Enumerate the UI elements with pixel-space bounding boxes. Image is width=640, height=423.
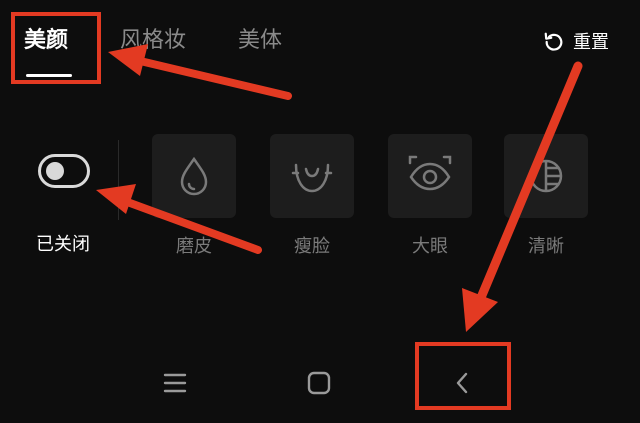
divider <box>118 140 119 220</box>
feature-smooth-skin-label: 磨皮 <box>176 236 212 257</box>
toggle-knob <box>46 162 64 180</box>
tab-body[interactable]: 美体 <box>238 26 282 56</box>
reset-label: 重置 <box>573 32 609 53</box>
feature-big-eyes[interactable] <box>388 134 472 218</box>
annotation-box-tab <box>11 12 101 84</box>
tab-style-makeup[interactable]: 风格妆 <box>120 26 186 56</box>
drop-icon <box>180 156 208 196</box>
nav-menu-button[interactable] <box>160 368 190 398</box>
feature-clarity[interactable] <box>504 134 588 218</box>
beauty-toggle[interactable] <box>38 154 90 188</box>
eye-icon <box>408 155 452 191</box>
feature-clarity-label: 清晰 <box>528 236 564 257</box>
reset-button[interactable]: 重置 <box>543 26 609 56</box>
nav-home-button[interactable] <box>304 368 334 398</box>
home-icon <box>307 371 331 395</box>
reset-icon <box>544 32 563 51</box>
annotation-box-back <box>415 342 511 410</box>
feature-smooth-skin[interactable] <box>152 134 236 218</box>
feature-big-eyes-label: 大眼 <box>412 236 448 257</box>
feature-slim-face-label: 瘦脸 <box>294 236 330 257</box>
menu-icon <box>163 373 187 393</box>
feature-slim-face[interactable] <box>270 134 354 218</box>
slim-face-icon <box>291 163 333 193</box>
toggle-status-label: 已关闭 <box>36 234 90 255</box>
clarity-icon <box>529 159 563 193</box>
